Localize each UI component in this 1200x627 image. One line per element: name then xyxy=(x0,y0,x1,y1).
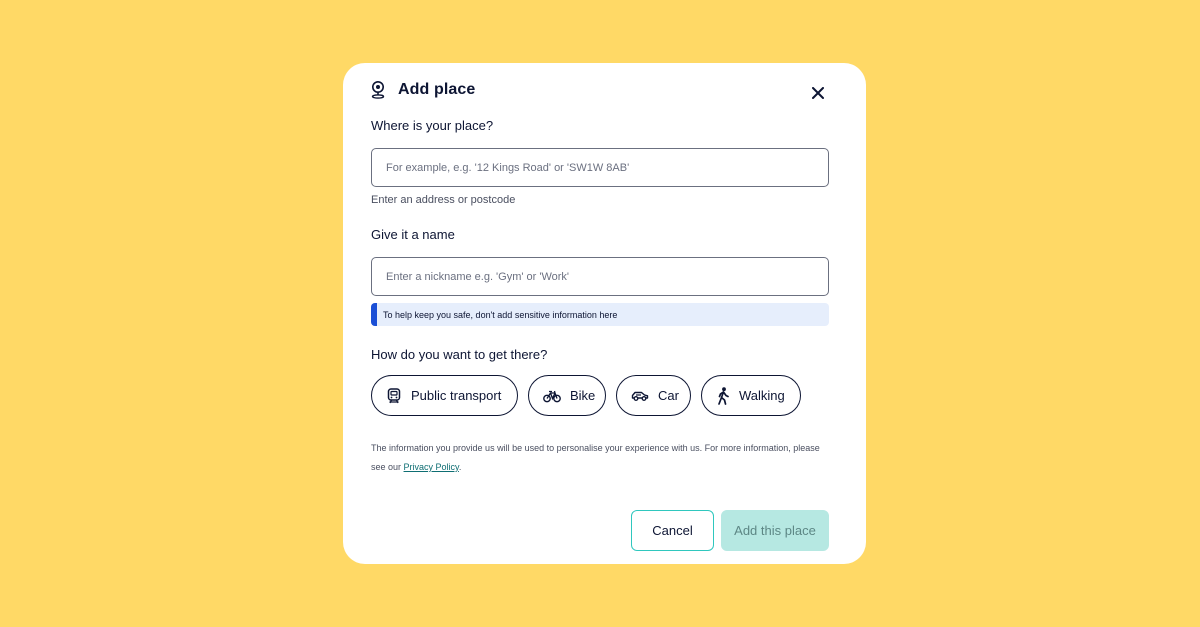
cancel-button[interactable]: Cancel xyxy=(631,510,714,551)
place-address-input[interactable] xyxy=(371,148,829,187)
modal-title: Add place xyxy=(398,81,476,98)
add-place-modal: Add place Where is your place? Enter an … xyxy=(343,63,866,564)
modal-header: Add place xyxy=(371,79,475,101)
place-label: Where is your place? xyxy=(371,118,494,133)
chip-label: Public transport xyxy=(411,388,502,403)
location-pin-icon xyxy=(371,81,385,99)
transport-option-car[interactable]: Car xyxy=(616,375,691,416)
chip-label: Car xyxy=(658,388,679,403)
name-label: Give it a name xyxy=(371,227,455,242)
transport-option-public-transport[interactable]: Public transport xyxy=(371,375,518,416)
transport-label: How do you want to get there? xyxy=(371,347,548,362)
add-place-button[interactable]: Add this place xyxy=(721,510,829,551)
place-hint: Enter an address or postcode xyxy=(371,194,516,206)
car-icon xyxy=(631,391,649,401)
privacy-policy-link[interactable]: Privacy Policy xyxy=(404,462,459,472)
close-button[interactable] xyxy=(809,84,827,102)
walking-icon xyxy=(718,386,729,405)
train-icon xyxy=(387,387,401,403)
transport-option-bike[interactable]: Bike xyxy=(528,375,606,416)
chip-label: Walking xyxy=(739,388,785,403)
transport-options: Public transport Bike Car Walking xyxy=(371,375,801,416)
close-icon xyxy=(812,87,824,99)
place-nickname-input[interactable] xyxy=(371,257,829,296)
privacy-disclaimer: The information you provide us will be u… xyxy=(371,439,835,477)
notice-accent-bar xyxy=(371,303,377,326)
safety-notice: To help keep you safe, don't add sensiti… xyxy=(371,303,829,326)
disclaimer-end: . xyxy=(458,462,462,472)
notice-text: To help keep you safe, don't add sensiti… xyxy=(383,309,618,320)
chip-label: Bike xyxy=(570,388,596,403)
transport-option-walking[interactable]: Walking xyxy=(701,375,801,416)
bike-icon xyxy=(543,390,561,402)
